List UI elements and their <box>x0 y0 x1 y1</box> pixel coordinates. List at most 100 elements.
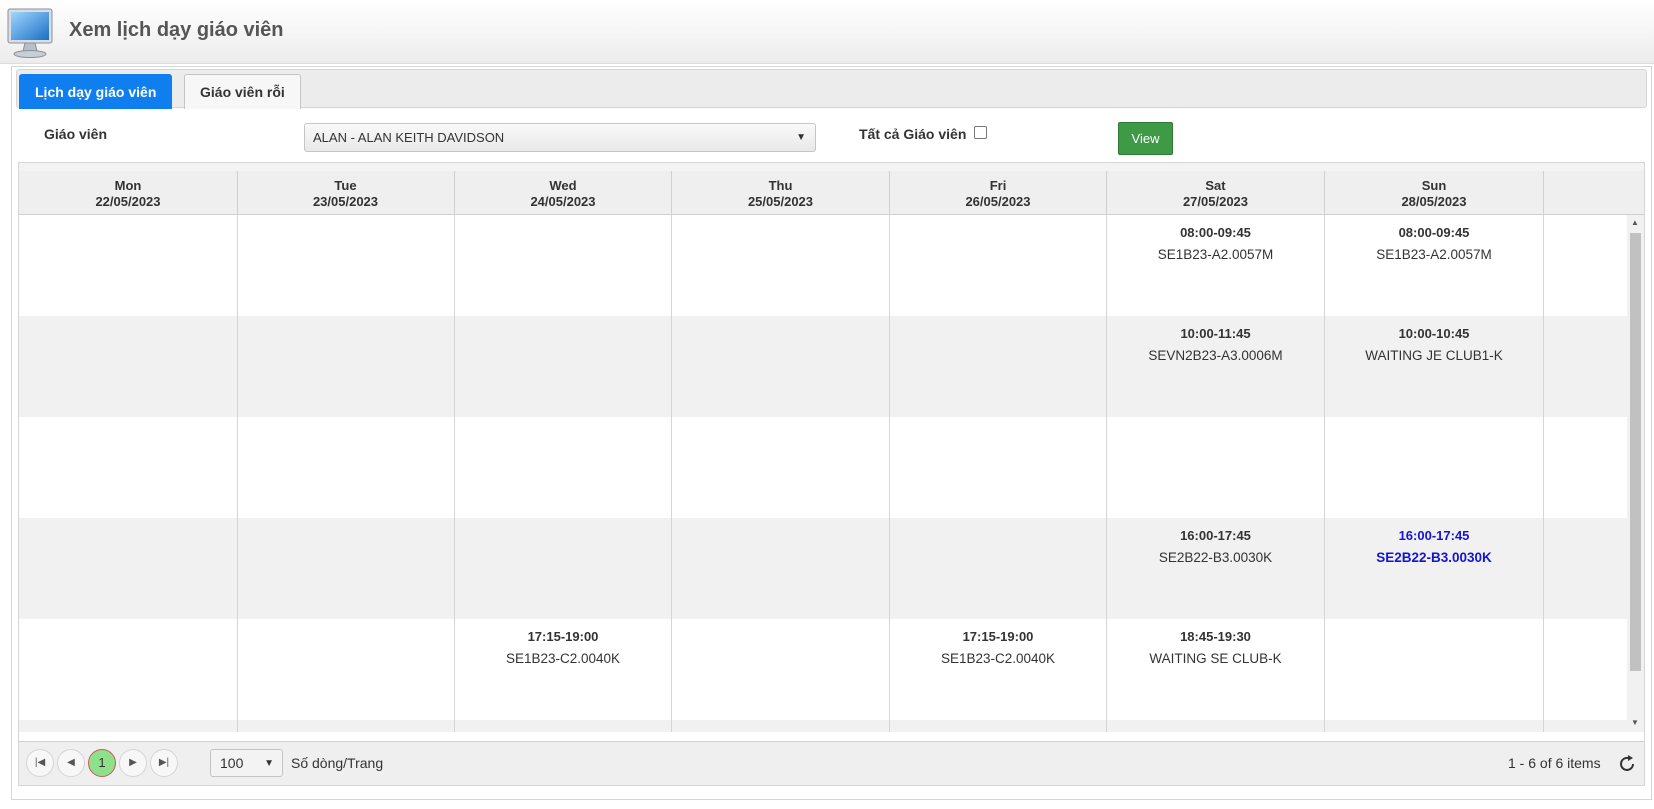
schedule-cell[interactable]: 17:15-19:00 SE1B23-C2.0040K <box>890 619 1107 720</box>
class-code: WAITING JE CLUB1-K <box>1365 348 1503 363</box>
schedule-cell <box>455 417 672 518</box>
monitor-icon <box>7 8 53 58</box>
next-page-button[interactable]: ▶ <box>119 749 147 777</box>
day-header-sun: Sun 28/05/2023 <box>1325 171 1544 215</box>
schedule-cell <box>890 316 1107 417</box>
first-page-button[interactable]: |◀ <box>26 749 54 777</box>
day-header-wed: Wed 24/05/2023 <box>455 171 672 215</box>
pager: |◀ ◀ 1 ▶ ▶| 100 ▼ Số dòng/Trang 1 - 6 of… <box>18 741 1645 786</box>
schedule-cell[interactable]: 10:00-11:45 SEVN2B23-A3.0006M <box>1107 316 1325 417</box>
schedule-cell <box>672 720 890 732</box>
schedule-row <box>19 417 1627 518</box>
schedule-cell <box>19 316 238 417</box>
schedule-cell <box>19 417 238 518</box>
prev-page-button[interactable]: ◀ <box>57 749 85 777</box>
schedule-cell[interactable]: 17:15-19:00 SE1B23-C2.0040K <box>455 619 672 720</box>
next-page-icon: ▶ <box>129 757 137 768</box>
slot-time: 17:15-19:00 <box>527 629 599 644</box>
schedule-cell <box>1325 417 1544 518</box>
teacher-label: Giáo viên <box>44 126 108 142</box>
view-button[interactable]: View <box>1118 122 1173 155</box>
schedule-cell <box>455 316 672 417</box>
day-date: 25/05/2023 <box>747 194 814 209</box>
schedule-panel: Lịch dạy giáo viên Giáo viên rỗi Giáo vi… <box>11 66 1652 800</box>
day-name: Mon <box>114 178 142 193</box>
schedule-row: 10:00-11:45 SEVN2B23-A3.0006M 10:00-10:45 W… <box>19 316 1627 417</box>
day-name: Fri <box>989 178 1007 193</box>
slot-time: 16:00-17:45 <box>1180 528 1251 543</box>
schedule-cell[interactable]: 08:00-09:45 SE1B23-A2.0057M <box>1325 215 1544 316</box>
schedule-cell <box>890 215 1107 316</box>
chevron-down-icon: ▼ <box>264 758 274 769</box>
tab-teacher-schedule[interactable]: Lịch dạy giáo viên <box>19 74 173 109</box>
schedule-cell[interactable]: 18:45-19:30 WAITING SE CLUB-K <box>1107 619 1325 720</box>
prev-page-icon: ◀ <box>67 757 75 768</box>
all-teachers-label: Tất cả Giáo viên <box>859 126 967 142</box>
day-header-mon: Mon 22/05/2023 <box>19 171 238 215</box>
scroll-up-icon[interactable]: ▲ <box>1631 218 1639 227</box>
page-number-button[interactable]: 1 <box>88 749 116 777</box>
schedule-row <box>19 720 1627 732</box>
day-header-thu: Thu 25/05/2023 <box>672 171 890 215</box>
schedule-cell <box>672 215 890 316</box>
page-size-select[interactable]: 100 ▼ <box>210 749 283 777</box>
grid-header: Mon 22/05/2023 Tue 23/05/2023 Wed 24/05/2023 T… <box>19 163 1644 215</box>
schedule-grid: Mon 22/05/2023 Tue 23/05/2023 Wed 24/05/2023 T… <box>18 162 1645 765</box>
schedule-row: 08:00-09:45 SE1B23-A2.0057M 08:00-09:45 SE1… <box>19 215 1627 316</box>
class-code: SE2B22-B3.0030K <box>1158 550 1273 565</box>
day-header-sat: Sat 27/05/2023 <box>1107 171 1325 215</box>
schedule-cell <box>19 619 238 720</box>
class-code: SE2B22-B3.0030K <box>1376 550 1492 565</box>
class-code: SE1B23-C2.0040K <box>505 651 621 666</box>
schedule-cell <box>237 720 455 732</box>
schedule-cell <box>455 215 672 316</box>
teacher-select-value: ALAN - ALAN KEITH DAVIDSON <box>313 130 505 145</box>
day-header-fri: Fri 26/05/2023 <box>890 171 1107 215</box>
items-info: 1 - 6 of 6 items <box>1508 755 1601 771</box>
schedule-cell <box>19 518 238 619</box>
day-date: 27/05/2023 <box>1182 194 1249 209</box>
schedule-cell <box>890 720 1107 732</box>
page-size-value: 100 <box>220 755 244 771</box>
slot-time: 08:00-09:45 <box>1180 225 1251 240</box>
page-size-label: Số dòng/Trang <box>291 755 384 771</box>
scrollbar-thumb[interactable] <box>1630 233 1641 671</box>
schedule-cell <box>455 518 672 619</box>
schedule-cell[interactable]: 16:00-17:45 SE2B22-B3.0030K <box>1107 518 1325 619</box>
refresh-icon[interactable] <box>1616 753 1638 775</box>
class-code: SE1B23-A2.0057M <box>1157 247 1274 262</box>
schedule-cell <box>1107 417 1325 518</box>
last-page-button[interactable]: ▶| <box>150 749 178 777</box>
schedule-cell <box>237 619 455 720</box>
day-date: 22/05/2023 <box>95 194 161 209</box>
teacher-select[interactable]: ALAN - ALAN KEITH DAVIDSON ▼ <box>304 123 816 152</box>
all-teachers-checkbox[interactable] <box>974 126 987 139</box>
slot-time: 17:15-19:00 <box>962 629 1034 644</box>
tab-free-teachers[interactable]: Giáo viên rỗi <box>184 74 301 109</box>
day-name: Sat <box>1205 178 1226 193</box>
schedule-cell <box>890 518 1107 619</box>
schedule-cell[interactable]: 16:00-17:45 SE2B22-B3.0030K <box>1325 518 1544 619</box>
schedule-cell <box>455 720 672 732</box>
schedule-cell <box>1325 619 1544 720</box>
schedule-cell <box>672 619 890 720</box>
day-name: Tue <box>334 178 357 193</box>
schedule-cell <box>672 316 890 417</box>
day-date: 28/05/2023 <box>1401 194 1467 209</box>
schedule-cell[interactable]: 10:00-10:45 WAITING JE CLUB1-K <box>1325 316 1544 417</box>
tabstrip: Lịch dạy giáo viên Giáo viên rỗi <box>16 69 1647 109</box>
vertical-scrollbar[interactable]: ▲ ▼ <box>1627 215 1644 732</box>
day-name: Sun <box>1421 178 1447 193</box>
schedule-cell <box>1325 720 1544 732</box>
schedule-cell <box>237 215 455 316</box>
schedule-row: 16:00-17:45 SE2B22-B3.0030K 16:00-17:45 SE2… <box>19 518 1627 619</box>
schedule-cell <box>237 316 455 417</box>
scroll-down-icon[interactable]: ▼ <box>1631 718 1639 727</box>
page-title: Xem lịch dạy giáo viên <box>69 19 284 41</box>
day-date: 23/05/2023 <box>312 194 379 209</box>
schedule-cell <box>1107 720 1325 732</box>
grid-body[interactable]: 08:00-09:45 SE1B23-A2.0057M 08:00-09:45 SE1… <box>19 215 1627 732</box>
schedule-cell[interactable]: 08:00-09:45 SE1B23-A2.0057M <box>1107 215 1325 316</box>
day-name: Wed <box>549 178 577 193</box>
schedule-cell <box>237 518 455 619</box>
